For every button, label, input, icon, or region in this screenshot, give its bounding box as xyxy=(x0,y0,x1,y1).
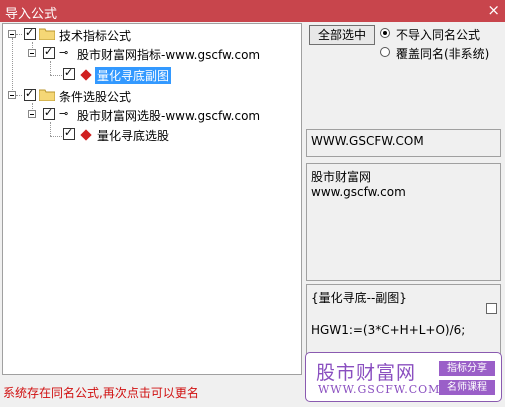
tree-node-indicator-leaf[interactable]: 量化寻底副图 xyxy=(3,66,299,84)
checkbox[interactable] xyxy=(43,106,55,120)
radio-button[interactable] xyxy=(380,47,390,57)
checkbox[interactable] xyxy=(24,26,36,40)
logo-url: WWW.GSCFW.COM xyxy=(318,383,441,396)
tree-node-screening-file[interactable]: ⊸ 股市财富网选股-www.gscfw.com xyxy=(3,106,299,124)
tree-node-indicator-formulas[interactable]: 技术指标公式 xyxy=(3,26,299,44)
tree-node-screening-formulas[interactable]: 条件选股公式 xyxy=(3,87,299,105)
tree-node-label: 股市财富网指标-www.gscfw.com xyxy=(77,48,261,62)
formula-preview-panel[interactable]: {量化寻底--副图} HGW1:=(3*C+H+L+O)/6; xyxy=(306,284,501,354)
url-text: WWW.GSCFW.COM xyxy=(311,134,424,148)
url-panel: WWW.GSCFW.COM xyxy=(306,129,501,157)
collapse-icon[interactable] xyxy=(8,30,16,38)
import-formula-window: 导入公式 × 技术指标公式 ⊸ 股市财富网指标-www.gscfw.com xyxy=(0,0,505,407)
tree-node-screening-leaf[interactable]: 量化寻底选股 xyxy=(3,126,299,144)
gscfw-logo: 股市财富网 WWW.GSCFW.COM 指标分享 名师课程 xyxy=(305,352,502,402)
status-message: 系统存在同名公式,再次点击可以更名 xyxy=(3,386,199,400)
radio-label: 覆盖同名(非系统) xyxy=(396,47,490,61)
folder-icon xyxy=(39,28,55,40)
title-bar: 导入公式 × xyxy=(0,0,505,22)
folder-icon xyxy=(39,89,55,101)
formula-icon xyxy=(80,69,92,81)
logo-tag-indicators: 指标分享 xyxy=(439,361,495,376)
tree-node-indicator-file[interactable]: ⊸ 股市财富网指标-www.gscfw.com xyxy=(3,45,299,63)
collapse-icon[interactable] xyxy=(28,110,36,118)
formula-line: HGW1:=(3*C+H+L+O)/6; xyxy=(311,323,466,337)
tree-node-label-selected[interactable]: 量化寻底副图 xyxy=(95,67,172,84)
radio-label: 不导入同名公式 xyxy=(396,28,481,42)
close-icon[interactable]: × xyxy=(487,1,500,19)
tree-node-label: 股市财富网选股-www.gscfw.com xyxy=(77,109,261,123)
checkbox[interactable] xyxy=(43,45,55,59)
tree-node-label: 量化寻底选股 xyxy=(97,129,170,143)
collapse-icon[interactable] xyxy=(28,49,36,57)
description-panel: 股市财富网 www.gscfw.com xyxy=(306,163,501,281)
tree-node-label: 技术指标公式 xyxy=(59,29,132,43)
preview-checkbox[interactable] xyxy=(486,303,497,314)
checkbox[interactable] xyxy=(24,87,36,101)
key-icon: ⊸ xyxy=(59,46,69,59)
window-title: 导入公式 xyxy=(5,7,58,22)
logo-tag-courses: 名师课程 xyxy=(439,380,495,395)
description-line: 股市财富网 xyxy=(311,170,372,184)
tree-node-label: 条件选股公式 xyxy=(59,90,132,104)
description-line: www.gscfw.com xyxy=(311,185,406,199)
formula-line: {量化寻底--副图} xyxy=(311,291,407,305)
collapse-icon[interactable] xyxy=(8,91,16,99)
radio-button[interactable] xyxy=(380,28,390,38)
checkbox[interactable] xyxy=(63,66,75,80)
formula-icon xyxy=(80,129,92,141)
checkbox[interactable] xyxy=(63,126,75,140)
key-icon: ⊸ xyxy=(59,107,69,120)
formula-tree[interactable]: 技术指标公式 ⊸ 股市财富网指标-www.gscfw.com 量化寻底副图 条件… xyxy=(2,23,302,375)
select-all-button[interactable]: 全部选中 xyxy=(309,25,375,45)
logo-name: 股市财富网 xyxy=(316,362,417,384)
